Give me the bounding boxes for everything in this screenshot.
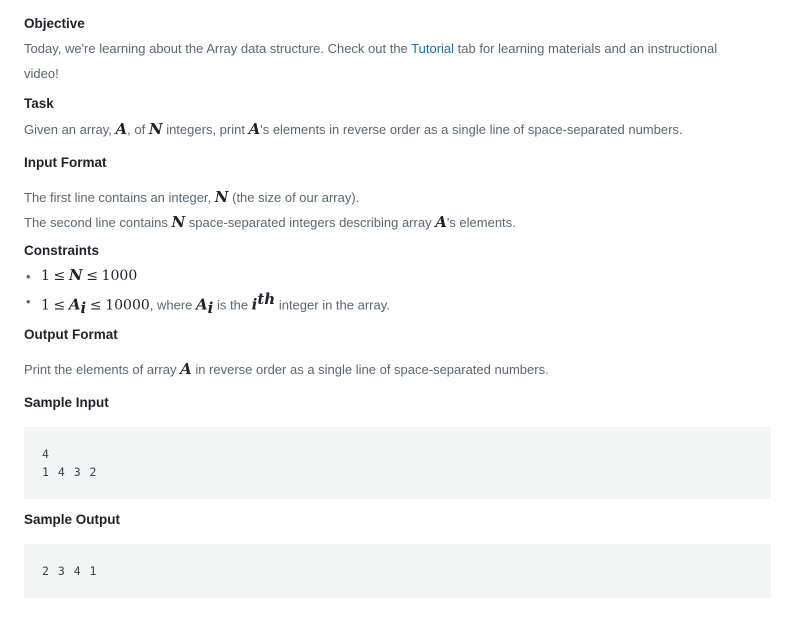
sample-output-block: 2 3 4 1 [24, 544, 771, 598]
sample-input-code: 4 1 4 3 2 [42, 447, 98, 479]
input-format-line1: The first line contains an integer, N (t… [24, 188, 360, 206]
objective-text-line1: Today, we're learning about the Array da… [24, 41, 718, 56]
sample-input-block: 4 1 4 3 2 [24, 427, 771, 499]
constraint-1: 1 ≤ N ≤ 1000 [41, 266, 138, 284]
sample-output-code: 2 3 4 1 [42, 564, 98, 578]
bullet-2: • [26, 294, 31, 309]
output-format-text: Print the elements of array A in reverse… [24, 360, 549, 378]
objective-text-line2: video! [24, 66, 59, 81]
tutorial-link[interactable]: Tutorial [411, 41, 454, 56]
sample-input-heading: Sample Input [24, 395, 109, 410]
objective-heading: Objective [24, 16, 85, 31]
input-format-heading: Input Format [24, 155, 107, 170]
sample-output-heading: Sample Output [24, 512, 121, 527]
constraint-2: 1 ≤ Ai ≤ 10000, where Ai is the ith inte… [41, 290, 390, 317]
bullet-1: • [26, 269, 31, 284]
constraints-heading: Constraints [24, 243, 100, 258]
problem-statement: Objective Today, we're learning about th… [0, 0, 792, 619]
task-heading: Task [24, 96, 54, 111]
task-text: Given an array, A, of N integers, print … [24, 120, 683, 138]
output-format-heading: Output Format [24, 327, 118, 342]
input-format-line2: The second line contains N space-separat… [24, 213, 516, 231]
